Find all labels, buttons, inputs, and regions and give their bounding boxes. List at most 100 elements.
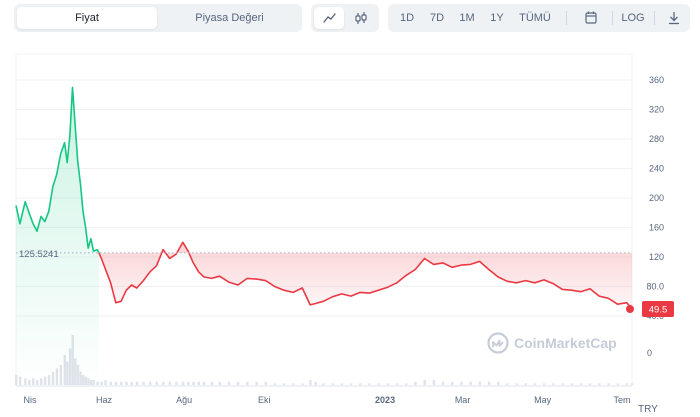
y-tick-label: 200: [649, 193, 664, 203]
volume-bar: [210, 381, 214, 385]
volume-bar: [162, 381, 165, 385]
volume-bar: [309, 380, 312, 385]
volume-bar: [168, 381, 172, 385]
volume-bar: [561, 383, 564, 385]
volume-bar: [292, 383, 295, 385]
volume-bar: [100, 381, 103, 385]
download-button[interactable]: [662, 7, 686, 29]
x-tick-label: Haz: [96, 395, 113, 405]
range-1m-button[interactable]: 1M: [453, 7, 481, 29]
volume-bar: [533, 383, 537, 385]
volume-bar: [197, 381, 200, 385]
volume-bar: [386, 383, 390, 385]
y-tick-label: 80.0: [646, 282, 664, 292]
x-tick-label: Eki: [258, 395, 271, 405]
y-tick-label: 120: [649, 252, 664, 262]
range-1y-button[interactable]: 1Y: [483, 7, 511, 29]
volume-bar: [114, 381, 118, 385]
volume-bar: [607, 383, 610, 385]
volume-bar: [423, 380, 426, 385]
volume-bar: [227, 381, 231, 385]
x-tick-label: Tem: [613, 395, 630, 405]
current-price-dot: [626, 304, 634, 313]
volume-bar: [405, 383, 408, 385]
volume-bar: [340, 383, 344, 385]
volume-bar: [273, 383, 277, 385]
volume-bar: [130, 381, 133, 385]
volume-bar: [236, 381, 240, 385]
volume-bar: [264, 381, 267, 385]
volume-bar: [181, 381, 185, 385]
chart-svg: 125.5241 36032028024020016012080.040.00 …: [15, 53, 674, 415]
volume-bar: [135, 381, 139, 385]
volume-bar: [148, 381, 152, 385]
line-chart-button[interactable]: [314, 7, 344, 29]
chart-type-group: [311, 4, 379, 32]
volume-bar: [192, 381, 195, 385]
log-scale-button[interactable]: LOG: [620, 7, 646, 29]
volume-bar: [109, 381, 112, 385]
volume-bar: [104, 380, 107, 385]
volume-bar: [631, 383, 634, 385]
volume-bar: [460, 381, 463, 385]
toolbar-divider: [566, 11, 567, 25]
range-1d-button[interactable]: 1D: [393, 7, 421, 29]
volume-bar: [616, 383, 619, 385]
reference-price-label: 125.5241: [19, 249, 59, 260]
volume-bar: [451, 381, 454, 385]
volume-bar: [570, 383, 573, 385]
volume-bar: [155, 381, 158, 385]
volume-bar: [497, 381, 500, 385]
line-chart-icon: [323, 13, 336, 23]
volume-bar: [359, 383, 362, 385]
y-tick-label: 160: [649, 223, 664, 233]
volume-bar: [255, 381, 258, 385]
candlestick-icon: [355, 12, 367, 24]
y-tick-label: 320: [649, 105, 664, 115]
x-tick-label: Ağu: [176, 395, 192, 405]
volume-axis-label: 0: [647, 348, 652, 358]
x-tick-label: Mar: [455, 395, 471, 405]
volume-bar: [598, 383, 601, 385]
x-tick-label: 2023: [375, 395, 395, 405]
volume-bar: [368, 383, 371, 385]
volume-bar: [506, 383, 509, 385]
range-7d-button[interactable]: 7D: [423, 7, 451, 29]
volume-bar: [414, 381, 417, 385]
volume-bar: [432, 380, 436, 385]
volume-bar: [377, 383, 380, 385]
y-tick-label: 240: [649, 164, 664, 174]
volume-bar: [469, 381, 472, 385]
volume-bar: [218, 381, 221, 385]
area-fill-down: [98, 242, 632, 309]
price-chart[interactable]: 125.5241 36032028024020016012080.040.00 …: [0, 40, 700, 417]
volume-bar: [142, 381, 145, 385]
range-selector: 1D 7D 1M 1Y TÜMÜ LOG: [388, 4, 690, 32]
volume-bar: [282, 383, 286, 385]
tab-price[interactable]: Fiyat: [17, 7, 157, 29]
volume-bar: [579, 383, 583, 385]
tab-market-cap[interactable]: Piyasa Değeri: [160, 7, 299, 29]
calendar-button[interactable]: [579, 7, 603, 29]
volume-bar: [515, 383, 518, 385]
volume-bar: [322, 383, 325, 385]
volume-bar: [331, 383, 334, 385]
volume-bar: [588, 383, 592, 385]
volume-bar: [246, 381, 249, 385]
range-all-button[interactable]: TÜMÜ: [515, 7, 555, 29]
watermark-text: CoinMarketCap: [514, 335, 617, 351]
volume-bar: [487, 381, 491, 385]
toolbar-divider: [612, 11, 613, 25]
volume-bar: [175, 381, 178, 385]
candlestick-button[interactable]: [346, 7, 376, 29]
watermark: CoinMarketCap: [487, 332, 617, 354]
volume-bar: [441, 381, 445, 385]
y-tick-label: 280: [649, 134, 664, 144]
volume-bar: [524, 383, 528, 385]
volume-bar: [202, 381, 206, 385]
currency-label: TRY: [638, 404, 658, 415]
coinmarketcap-logo-icon: [487, 332, 509, 354]
volume-bar: [625, 383, 629, 385]
volume-bar: [395, 383, 399, 385]
toolbar-divider: [654, 11, 655, 25]
